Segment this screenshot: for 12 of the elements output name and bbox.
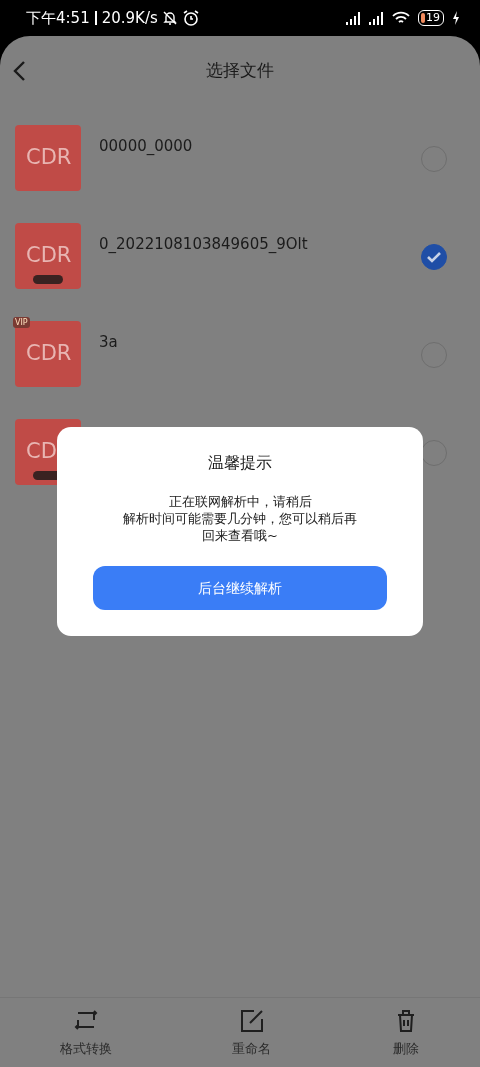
file-thumbnail: CDR [15, 223, 81, 289]
network-speed: 20.9K/s [101, 7, 158, 29]
dialog-title: 温馨提示 [207, 452, 273, 474]
file-thumbnail: CDR [15, 125, 81, 191]
file-name: 0_2022108103849605_9Olt [99, 234, 308, 255]
status-time: 下午4:51 [26, 7, 90, 29]
page-title: 选择文件 [206, 59, 274, 83]
vip-tag: VIP [13, 317, 30, 328]
battery-indicator: 19 [418, 10, 444, 26]
file-name: 00000_0000 [99, 136, 193, 157]
dialog-message: 正在联网解析中，请稍后 解析时间可能需要几分钟，您可以稍后再 回来查看哦~ [122, 493, 358, 544]
file-name: 3a [99, 332, 118, 353]
